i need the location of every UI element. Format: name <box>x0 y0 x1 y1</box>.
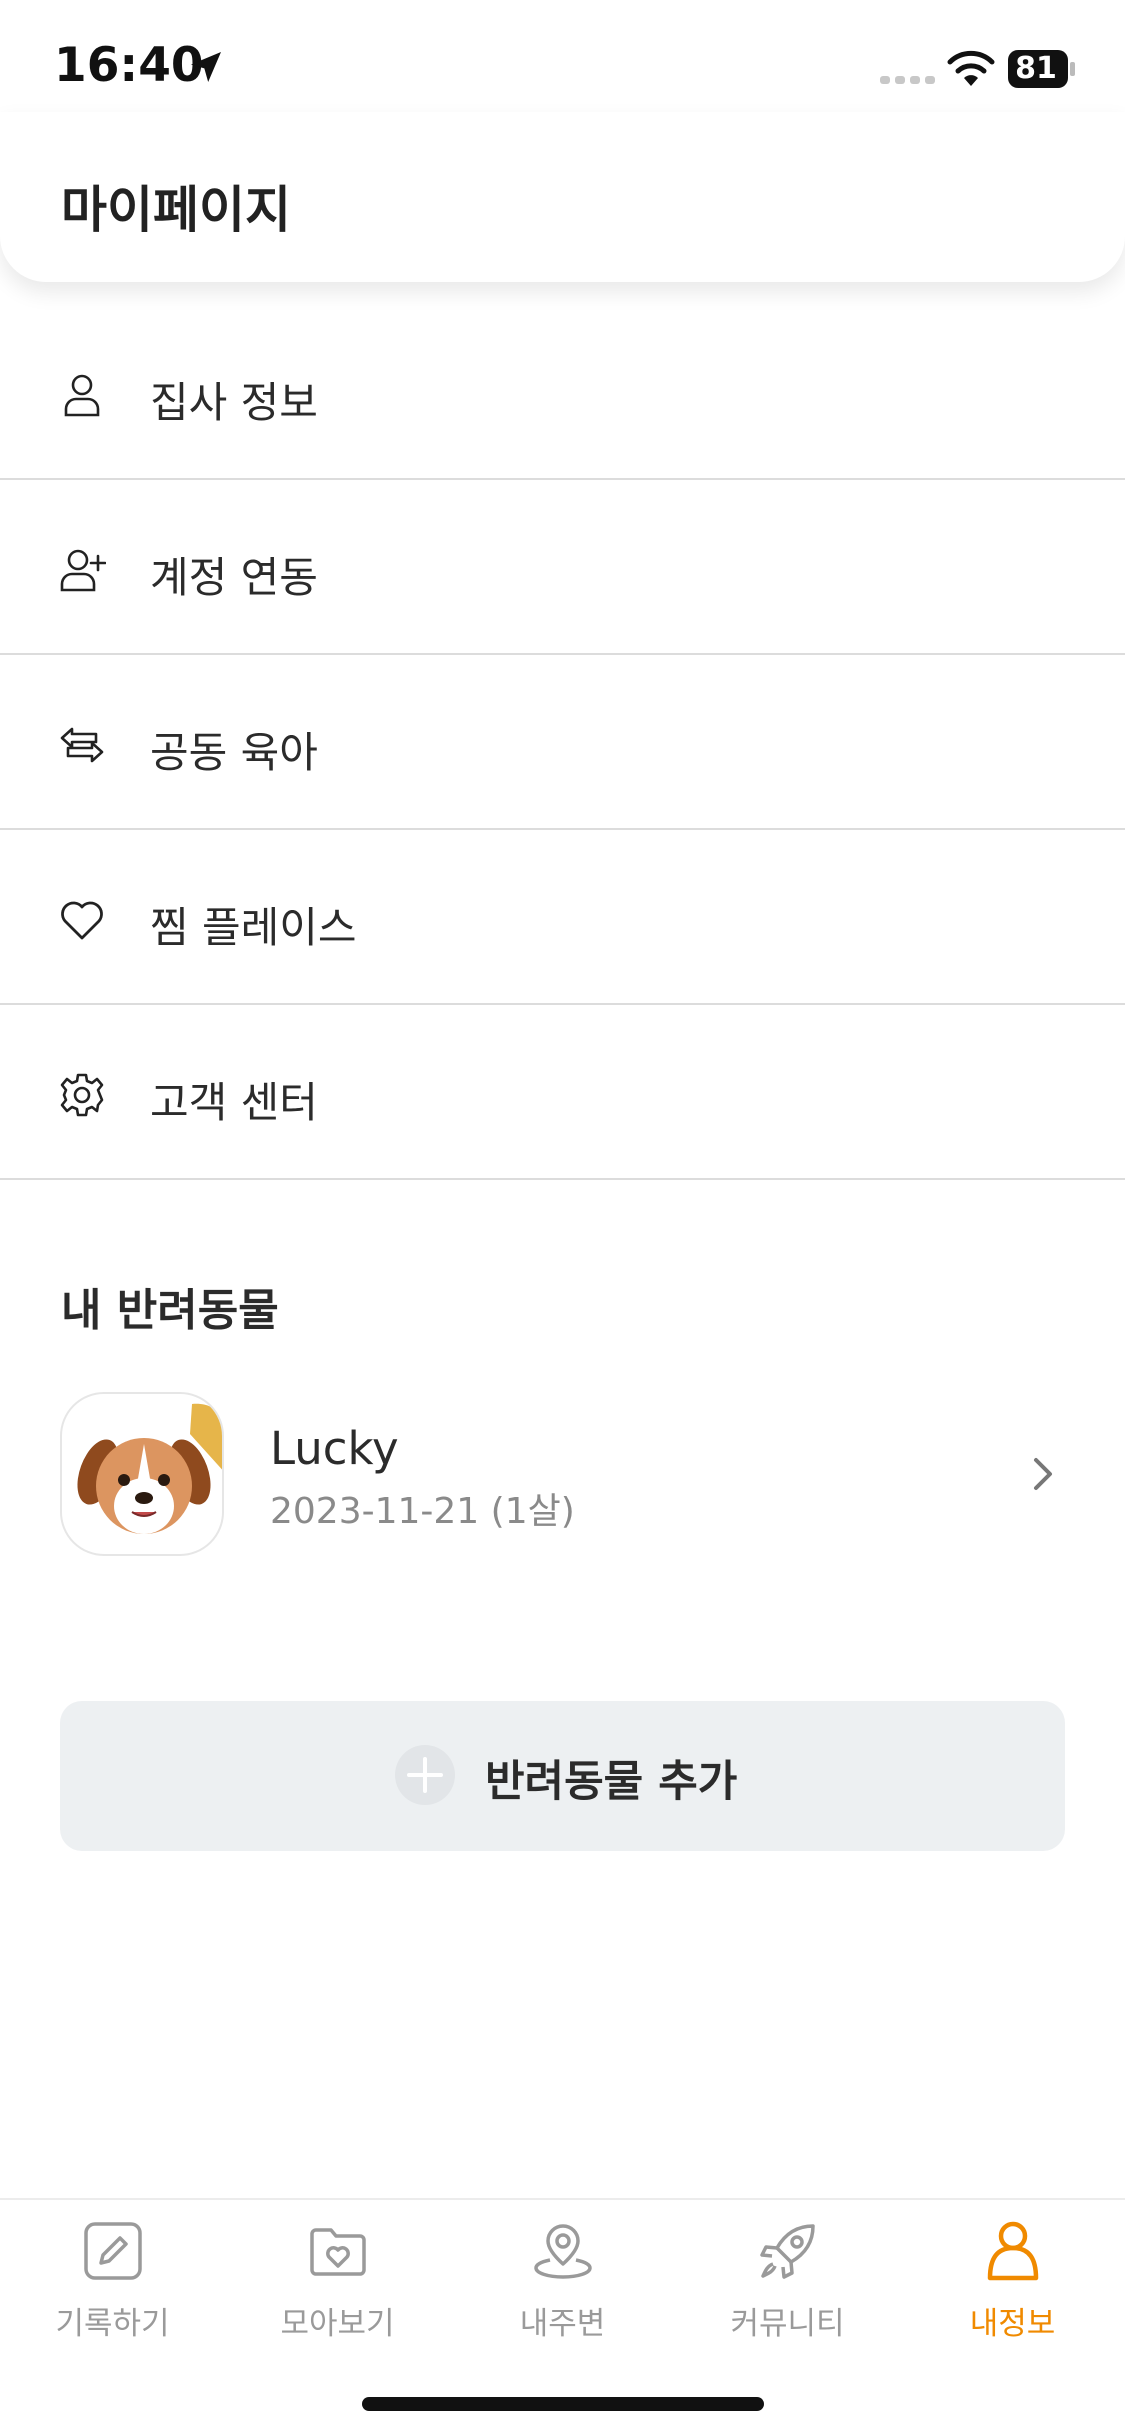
menu-label: 찜 플레이스 <box>150 903 357 952</box>
battery-level: 81 <box>1015 51 1057 86</box>
tab-label: 내정보 <box>969 2306 1056 2342</box>
chevron-right-icon <box>1034 1458 1052 1490</box>
settings-menu: 집사 정보 계정 연동 공동 육아 찜 플레이스 고객 센터 <box>0 305 1125 1180</box>
rocket-icon <box>760 2224 815 2279</box>
pet-birthdate: 2023-11-21 (1살) <box>270 1491 575 1532</box>
menu-item-co-parenting[interactable]: 공동 육아 <box>0 655 1125 830</box>
person-icon <box>987 2221 1039 2281</box>
page-title: 마이페이지 <box>61 181 291 239</box>
add-pet-button[interactable]: 반려동물 추가 <box>60 1701 1065 1851</box>
menu-label: 집사 정보 <box>150 378 318 427</box>
pencil-icon <box>84 2222 142 2280</box>
menu-label: 공동 육아 <box>150 728 318 777</box>
dog-avatar <box>60 1392 224 1556</box>
tab-my-info[interactable]: 내정보 <box>900 2220 1125 2370</box>
tab-collection[interactable]: 모아보기 <box>225 2220 450 2370</box>
pet-list-item[interactable]: Lucky 2023-11-21 (1살) <box>0 1390 1125 1558</box>
home-indicator[interactable] <box>362 2397 764 2411</box>
battery-indicator: 81 <box>1008 50 1075 88</box>
swap-arrows-icon <box>60 727 104 763</box>
cellular-signal-icon <box>880 76 935 84</box>
add-pet-label: 반려동물 추가 <box>485 1757 738 1807</box>
location-arrow-icon <box>191 52 221 82</box>
tab-community[interactable]: 커뮤니티 <box>675 2220 900 2370</box>
menu-label: 고객 센터 <box>150 1078 318 1127</box>
heart-icon <box>61 901 103 940</box>
tab-label: 기록하기 <box>55 2306 170 2342</box>
menu-label: 계정 연동 <box>150 553 318 602</box>
wifi-icon <box>947 50 995 86</box>
menu-item-customer-center[interactable]: 고객 센터 <box>0 1005 1125 1180</box>
map-pin-icon <box>534 2224 592 2279</box>
folder-heart-icon <box>310 2228 366 2276</box>
menu-item-saved-places[interactable]: 찜 플레이스 <box>0 830 1125 1005</box>
user-icon <box>64 374 100 417</box>
tab-label: 내주변 <box>519 2306 606 2342</box>
tab-record[interactable]: 기록하기 <box>0 2220 225 2370</box>
status-time: 16:40 <box>54 38 204 93</box>
plus-icon <box>395 1745 455 1805</box>
menu-item-owner-info[interactable]: 집사 정보 <box>0 305 1125 480</box>
pets-section-title: 내 반려동물 <box>61 1285 279 1336</box>
gear-icon <box>60 1073 104 1117</box>
tab-nearby[interactable]: 내주변 <box>450 2220 675 2370</box>
user-plus-icon <box>60 549 106 592</box>
status-bar: 16:40 81 <box>0 0 1125 130</box>
header: 마이페이지 <box>0 112 1125 282</box>
pet-name: Lucky <box>270 1422 399 1475</box>
tab-label: 모아보기 <box>280 2306 395 2342</box>
tab-label: 커뮤니티 <box>730 2306 845 2342</box>
menu-item-account-link[interactable]: 계정 연동 <box>0 480 1125 655</box>
